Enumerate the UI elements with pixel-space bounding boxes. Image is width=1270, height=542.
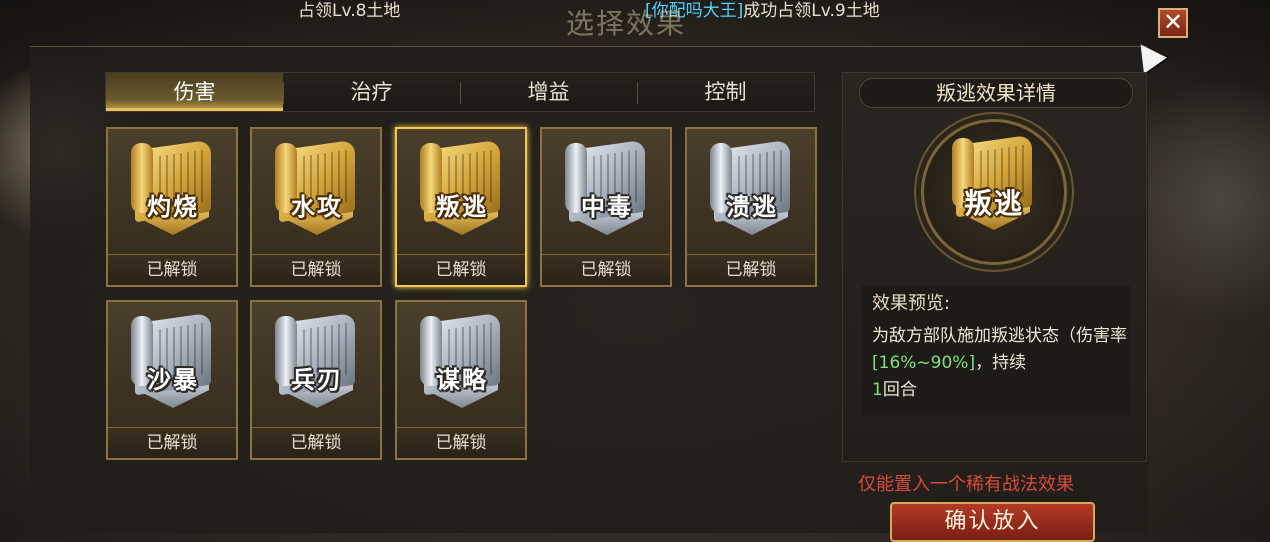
unlock-status: 已解锁 bbox=[252, 427, 380, 458]
damage-rate: [16%~90%] bbox=[872, 353, 976, 373]
effect-card-rout[interactable]: 溃逃 已解锁 bbox=[685, 127, 817, 287]
scroll-icon: 兵刃 bbox=[275, 312, 359, 410]
scroll-icon: 中毒 bbox=[565, 139, 649, 237]
duration-turns: 1 bbox=[872, 380, 883, 400]
ticker-message-text: 成功占领Lv.9土地 bbox=[743, 1, 880, 21]
effect-name: 沙暴 bbox=[147, 365, 199, 394]
effect-card-poison[interactable]: 中毒 已解锁 bbox=[540, 127, 672, 287]
tab-control[interactable]: 控制 bbox=[637, 73, 814, 111]
effect-name: 中毒 bbox=[581, 192, 633, 221]
effect-name: 叛逃 bbox=[436, 192, 488, 221]
effect-card-defect[interactable]: 叛逃 已解锁 bbox=[395, 127, 527, 287]
unlock-status: 已解锁 bbox=[397, 254, 525, 285]
effect-name: 兵刃 bbox=[291, 365, 343, 394]
effect-name: 溃逃 bbox=[726, 192, 778, 221]
scroll-icon: 叛逃 bbox=[420, 139, 504, 237]
effect-card-strategy[interactable]: 谋略 已解锁 bbox=[395, 300, 527, 460]
tab-buff[interactable]: 增益 bbox=[460, 73, 637, 111]
effect-emblem: 叛逃 bbox=[921, 119, 1067, 265]
unlock-status: 已解锁 bbox=[397, 427, 525, 458]
unlock-status: 已解锁 bbox=[542, 254, 670, 285]
preview-description: 为敌方部队施加叛逃状态（伤害率 [16%~90%]，持续 1回合 bbox=[872, 323, 1130, 404]
ticker-message-left: 占领Lv.8土地 bbox=[298, 1, 401, 21]
rare-effect-warning: 仅能置入一个稀有战法效果 bbox=[858, 474, 1074, 495]
effect-name: 水攻 bbox=[291, 192, 343, 221]
desc-text: 回合 bbox=[882, 380, 917, 400]
emblem-effect-name: 叛逃 bbox=[963, 187, 1024, 220]
effect-name: 谋略 bbox=[436, 365, 488, 394]
desc-text: ，持续 bbox=[975, 353, 1027, 373]
desc-text: 为敌方部队施加叛逃状态（伤害率 bbox=[872, 326, 1127, 346]
effect-card-flood[interactable]: 水攻 已解锁 bbox=[250, 127, 382, 287]
effect-preview: 效果预览: 为敌方部队施加叛逃状态（伤害率 [16%~90%]，持续 1回合 bbox=[862, 285, 1130, 415]
scroll-icon: 水攻 bbox=[275, 139, 359, 237]
scroll-icon: 溃逃 bbox=[710, 139, 794, 237]
detail-title: 叛逃效果详情 bbox=[859, 78, 1133, 108]
scroll-icon: 沙暴 bbox=[131, 312, 215, 410]
close-button[interactable]: ✕ bbox=[1158, 8, 1188, 38]
unlock-status: 已解锁 bbox=[108, 254, 236, 285]
tab-damage[interactable]: 伤害 bbox=[106, 73, 283, 111]
scroll-icon: 谋略 bbox=[420, 312, 504, 410]
scroll-icon: 灼烧 bbox=[131, 139, 215, 237]
unlock-status: 已解锁 bbox=[252, 254, 380, 285]
effect-name: 灼烧 bbox=[147, 192, 199, 221]
category-tabs: 伤害 治疗 增益 控制 bbox=[105, 72, 815, 112]
unlock-status: 已解锁 bbox=[687, 254, 815, 285]
effect-detail-panel: 叛逃效果详情 叛逃 效果预览: 为敌方部队施加叛逃状态（伤害率 [16%~90%]… bbox=[842, 72, 1147, 462]
preview-heading: 效果预览: bbox=[872, 293, 951, 314]
unlock-status: 已解锁 bbox=[108, 427, 236, 458]
effect-card-blade[interactable]: 兵刃 已解锁 bbox=[250, 300, 382, 460]
window-title: 选择效果 bbox=[566, 7, 687, 40]
effect-card-burn[interactable]: 灼烧 已解锁 bbox=[106, 127, 238, 287]
tab-healing[interactable]: 治疗 bbox=[283, 73, 460, 111]
confirm-place-button[interactable]: 确认放入 bbox=[890, 502, 1095, 542]
scroll-icon: 叛逃 bbox=[952, 134, 1036, 232]
effect-card-sandstorm[interactable]: 沙暴 已解锁 bbox=[106, 300, 238, 460]
